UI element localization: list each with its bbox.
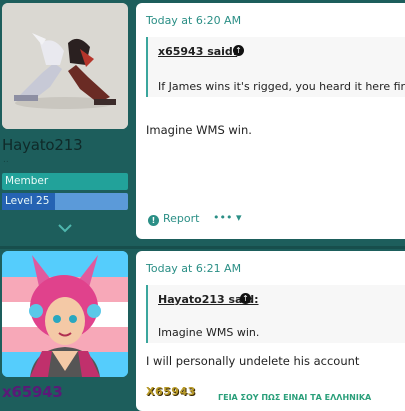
avatar[interactable] bbox=[2, 251, 128, 377]
more-options-button[interactable]: ••• ▾ bbox=[213, 211, 241, 224]
avatar-image bbox=[2, 3, 128, 129]
chevron-down-icon[interactable] bbox=[56, 221, 74, 235]
alert-circle-icon: ! bbox=[148, 215, 159, 226]
report-label: Report bbox=[163, 212, 200, 225]
user-marker: .. bbox=[3, 155, 9, 165]
quote-block: Hayato213 said: ↑ Imagine WMS win. bbox=[146, 285, 405, 343]
report-button[interactable]: ! Report bbox=[148, 212, 199, 226]
avatar[interactable] bbox=[2, 3, 128, 129]
quote-author-link[interactable]: x65943 said: bbox=[158, 45, 237, 58]
timestamp[interactable]: Today at 6:21 AM bbox=[146, 262, 241, 275]
arrow-up-circle-icon[interactable]: ↑ bbox=[240, 293, 251, 304]
message-text: Imagine WMS win. bbox=[146, 123, 252, 137]
message-text: I will personally undelete his account bbox=[146, 354, 360, 368]
quote-block: x65943 said: ↑ If James wins it's rigged… bbox=[146, 37, 405, 97]
level-badge-label: Level 25 bbox=[2, 193, 55, 210]
message-body: Today at 6:20 AM x65943 said: ↑ If James… bbox=[136, 3, 405, 239]
signature-text: ΓΕΙΑ ΣΟΥ ΠΩΣ ΕΙΝΑΙ ΤΑ ΕΛΛΗΝΙΚΑ bbox=[218, 393, 372, 402]
username[interactable]: Hayato213 bbox=[2, 136, 83, 154]
quote-text: Imagine WMS win. bbox=[158, 326, 260, 339]
signature-logo: X65943 bbox=[146, 385, 196, 398]
member-badge: Member bbox=[2, 173, 128, 190]
post: x65943 Today at 6:21 AM Hayato213 said: … bbox=[0, 248, 405, 411]
arrow-up-circle-icon[interactable]: ↑ bbox=[233, 45, 244, 56]
avatar-image bbox=[2, 251, 128, 377]
timestamp[interactable]: Today at 6:20 AM bbox=[146, 14, 241, 27]
message-body: Today at 6:21 AM Hayato213 said: ↑ Imagi… bbox=[136, 251, 405, 411]
level-badge: Level 25 bbox=[2, 193, 128, 210]
username[interactable]: x65943 bbox=[2, 383, 63, 401]
post: Hayato213 .. Member Level 25 Today at 6:… bbox=[0, 0, 405, 248]
quote-text: If James wins it's rigged, you heard it … bbox=[158, 80, 405, 93]
